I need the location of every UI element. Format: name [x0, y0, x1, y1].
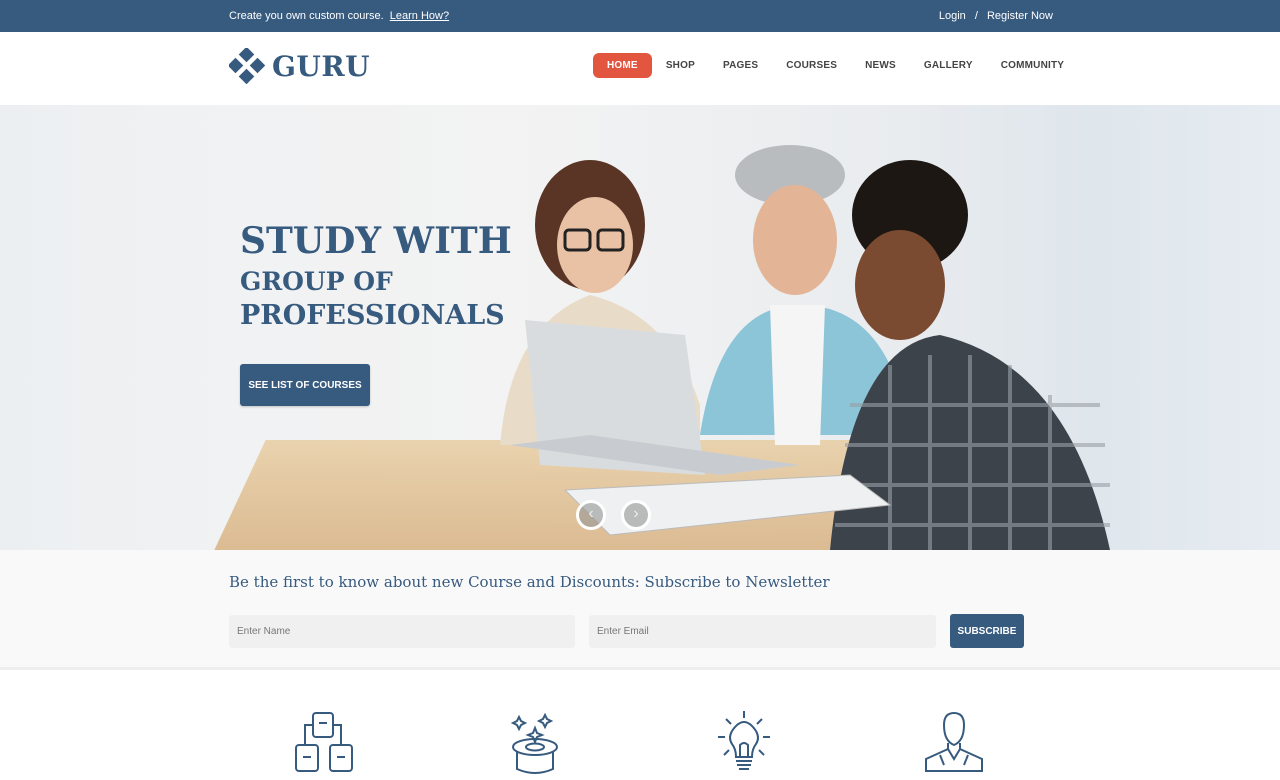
hierarchy-icon [295, 712, 353, 772]
subscribe-button[interactable]: SUBSCRIBE [950, 614, 1024, 648]
hero-heading: STUDY WITH GROUP OF PROFESSIONALS [240, 223, 512, 329]
main-nav: HOME SHOP PAGES COURSES NEWS GALLERY COM… [593, 53, 1078, 78]
promo: Create you own custom course. Learn How? [229, 10, 449, 22]
nav-courses[interactable]: COURSES [772, 53, 851, 78]
nav-pages[interactable]: PAGES [709, 53, 772, 78]
chevron-left-icon: ‹ [588, 505, 594, 522]
chevron-right-icon: › [633, 505, 639, 522]
newsletter-section: Be the first to know about new Course an… [0, 550, 1280, 670]
logo-text: GURU [272, 49, 371, 83]
slider-prev-button[interactable]: ‹ [576, 500, 606, 530]
learn-how-link[interactable]: Learn How? [390, 10, 449, 22]
site-header: GURU HOME SHOP PAGES COURSES NEWS GALLER… [0, 32, 1280, 105]
name-input[interactable] [229, 615, 575, 648]
diamond-logo-icon [229, 48, 265, 84]
hero-students-image [500, 145, 1110, 550]
nav-news[interactable]: NEWS [851, 53, 910, 78]
register-link[interactable]: Register Now [987, 10, 1053, 22]
slider-next-button[interactable]: › [621, 500, 651, 530]
see-courses-button[interactable]: SEE LIST OF COURSES [240, 364, 370, 406]
hero-line-3: PROFESSIONALS [240, 300, 505, 331]
top-bar: Create you own custom course. Learn How?… [0, 0, 1280, 32]
nav-community[interactable]: COMMUNITY [987, 53, 1078, 78]
magic-hat-icon [510, 712, 558, 774]
login-link[interactable]: Login [939, 10, 966, 22]
logo[interactable]: GURU [229, 48, 370, 84]
hero-slider: STUDY WITH GROUP OF PROFESSIONALS SEE LI… [0, 105, 1280, 550]
features-section [0, 673, 1280, 780]
nav-home[interactable]: HOME [593, 53, 652, 78]
nav-shop[interactable]: SHOP [652, 53, 709, 78]
hero-line-1: STUDY WITH [240, 220, 512, 262]
person-icon [925, 711, 983, 772]
promo-text: Create you own custom course. [229, 10, 384, 22]
lightbulb-icon [718, 711, 770, 770]
nav-gallery[interactable]: GALLERY [910, 53, 987, 78]
newsletter-heading: Be the first to know about new Course an… [229, 573, 830, 591]
hero-line-2: GROUP OF [240, 267, 393, 296]
auth-links: Login / Register Now [939, 10, 1053, 22]
auth-separator: / [974, 10, 978, 22]
email-input[interactable] [589, 615, 936, 648]
